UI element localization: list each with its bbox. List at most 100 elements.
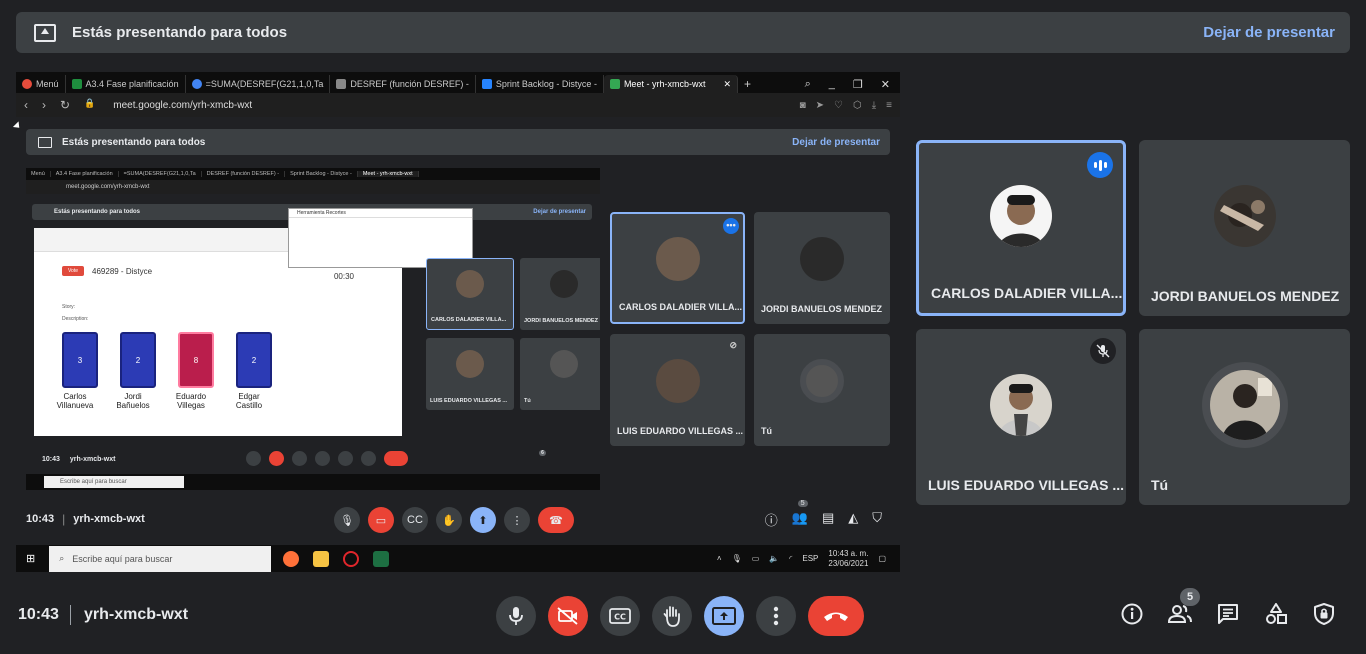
back-icon[interactable]: ‹ xyxy=(24,98,28,112)
chevron-up-icon[interactable]: ˄ xyxy=(717,554,722,563)
avatar xyxy=(800,237,844,282)
meet-icon xyxy=(609,79,620,89)
inner-stop-presenting-button[interactable]: Dejar de presentar xyxy=(792,137,880,148)
nested-tile-name: CARLOS DALADIER VILLA... xyxy=(431,317,507,323)
windows-taskbar: ⊞ ⌕ Escribe aquí para buscar ˄ 🎙 ▭ 🔈 ◜ E… xyxy=(16,545,900,572)
participant-tile-speaking[interactable]: CARLOS DALADIER VILLA... xyxy=(916,140,1126,316)
more-options-button[interactable] xyxy=(756,596,796,636)
maximize-icon[interactable]: ❐ xyxy=(853,78,863,91)
nested-taskbar: Escribe aquí para buscar xyxy=(26,474,600,490)
camera-off-button[interactable] xyxy=(548,596,588,636)
nested-url: meet.google.com/yrh-xmcb-wxt xyxy=(26,180,600,194)
forward-icon[interactable]: › xyxy=(42,98,46,112)
excel-icon[interactable] xyxy=(373,550,390,567)
nested-controls xyxy=(243,450,411,468)
firefox-icon[interactable] xyxy=(283,550,300,567)
search-icon: ⌕ xyxy=(59,553,65,563)
heart-icon[interactable]: ♡ xyxy=(834,100,843,111)
close-window-icon[interactable]: ✕ xyxy=(881,78,890,91)
l1-controls: 🎙 ▭ CC ✋ ⬆ ⋮ ☎ xyxy=(334,507,574,533)
l1-code: yrh-xmcb-wxt xyxy=(73,513,145,525)
nested-tile-name: Tú xyxy=(524,398,531,404)
file-explorer-icon[interactable] xyxy=(313,550,330,567)
present-screen-button[interactable] xyxy=(704,596,744,636)
nested-tile: Tú xyxy=(520,338,600,410)
nested-time: 10:43 xyxy=(42,455,60,463)
camera-icon[interactable]: ◙ xyxy=(800,100,806,111)
raise-hand-button[interactable] xyxy=(652,596,692,636)
activities-button[interactable] xyxy=(1264,602,1288,626)
clock-time: 10:43 a. m. xyxy=(828,548,869,558)
language-indicator[interactable]: ESP xyxy=(802,554,818,563)
taskbar-clock[interactable]: 10:43 a. m. 23/06/2021 xyxy=(828,549,868,569)
minimize-icon[interactable]: _ xyxy=(829,78,835,90)
taskbar-search[interactable]: ⌕ Escribe aquí para buscar xyxy=(49,545,272,572)
present-icon xyxy=(712,607,736,625)
avatar xyxy=(456,270,484,299)
volume-icon[interactable]: 🔈 xyxy=(769,554,779,563)
url-field[interactable]: meet.google.com/yrh-xmcb-wxt xyxy=(113,100,252,111)
browser-tab-active[interactable]: Meet - yrh-xmcb-wxt ✕ xyxy=(603,75,738,93)
nested-tab: A3.4 Fase planificación xyxy=(51,171,119,177)
reload-icon[interactable]: ↻ xyxy=(60,98,70,112)
info-icon xyxy=(1121,603,1143,625)
browser-tab[interactable]: Menú xyxy=(16,75,66,93)
send-icon[interactable]: ➤ xyxy=(816,100,824,111)
avatar xyxy=(550,349,578,378)
presented-screen: Menú A3.4 Fase planificación =SUMA(DESRE… xyxy=(16,72,900,572)
battery-icon[interactable]: ▭ xyxy=(752,554,760,563)
windows-start-icon[interactable]: ⊞ xyxy=(26,552,35,565)
l1-tile-name: CARLOS DALADIER VILLA... xyxy=(619,302,742,312)
download-icon[interactable]: ⤓ xyxy=(872,100,876,111)
hand-icon xyxy=(663,606,680,627)
presenting-banner: Estás presentando para todos Dejar de pr… xyxy=(16,12,1350,53)
participant-tile-self[interactable]: Tú xyxy=(1139,329,1350,505)
microphone-button[interactable] xyxy=(496,596,536,636)
opera-icon[interactable] xyxy=(343,550,360,567)
chat-button[interactable] xyxy=(1216,602,1240,626)
inner-presenting-banner: Estás presentando para todos Dejar de pr… xyxy=(26,129,890,155)
cube-icon[interactable]: ⬡ xyxy=(853,100,862,111)
avatar xyxy=(990,373,1052,436)
captions-icon: CC xyxy=(609,608,631,624)
system-tray: ˄ 🎙 ▭ 🔈 ◜ ESP 10:43 a. m. 23/06/2021 ▢ xyxy=(717,549,886,569)
l1-tile-name: LUIS EDUARDO VILLEGAS ... xyxy=(617,426,744,436)
stop-presenting-button[interactable]: Dejar de presentar xyxy=(1203,24,1335,41)
menu-icon[interactable]: ≡ xyxy=(886,100,892,111)
nested-tile-name: JORDI BANUELOS MENDEZ xyxy=(524,318,598,324)
activities-icon: ◭ xyxy=(848,510,859,525)
meeting-details-button[interactable] xyxy=(1120,602,1144,626)
tab-label: Menú xyxy=(36,79,59,89)
browser-tab[interactable]: DESREF (función DESREF) - xyxy=(330,75,476,93)
browser-tab[interactable]: =SUMA(DESREF(G21,1,0,Ta xyxy=(186,75,331,93)
classroom-icon xyxy=(71,79,82,89)
end-call-button[interactable] xyxy=(808,596,864,636)
search-icon[interactable]: ⌕ xyxy=(805,78,811,91)
browser-tab[interactable]: Sprint Backlog - Distyce - xyxy=(476,75,604,93)
address-bar: ‹ › ↻ 🔒 meet.google.com/yrh-xmcb-wxt ◙ ➤… xyxy=(16,93,900,117)
meeting-code: yrh-xmcb-wxt xyxy=(84,606,189,623)
participant-tile[interactable]: JORDI BANUELOS MENDEZ xyxy=(1139,140,1350,316)
new-tab-button[interactable]: + xyxy=(738,75,757,93)
mic-icon[interactable]: 🎙 xyxy=(732,554,742,563)
shield-lock-icon xyxy=(1314,603,1334,625)
participant-name: JORDI BANUELOS MENDEZ xyxy=(1151,288,1340,304)
nested-tile: CARLOS DALADIER VILLA... xyxy=(426,258,514,330)
poker-form: Story: Description: xyxy=(62,304,88,322)
avatar xyxy=(550,269,578,298)
camera-off-icon xyxy=(269,450,285,466)
notifications-icon[interactable]: ▢ xyxy=(878,554,886,563)
captions-button[interactable]: CC xyxy=(600,596,640,636)
l1-tile-speaking: ••• CARLOS DALADIER VILLA... xyxy=(610,212,745,324)
l1-control-bar: 10:43 | yrh-xmcb-wxt 🎙 ▭ CC ✋ ⬆ ⋮ ☎ ⓘ 👥 5… xyxy=(16,500,900,534)
close-tab-icon[interactable]: ✕ xyxy=(723,79,731,90)
camera-off-icon: ▭ xyxy=(368,507,394,533)
hand-icon: ✋ xyxy=(436,507,462,533)
host-controls-button[interactable] xyxy=(1312,602,1336,626)
wifi-icon[interactable]: ◜ xyxy=(789,554,792,563)
participant-tile[interactable]: LUIS EDUARDO VILLEGAS ... xyxy=(916,329,1126,505)
browser-tab[interactable]: A3.4 Fase planificación xyxy=(66,75,186,93)
captions-icon: CC xyxy=(402,507,428,533)
nested-tab-bar: Menú A3.4 Fase planificación =SUMA(DESRE… xyxy=(26,168,600,180)
mic-icon: 🎙 xyxy=(334,507,360,533)
